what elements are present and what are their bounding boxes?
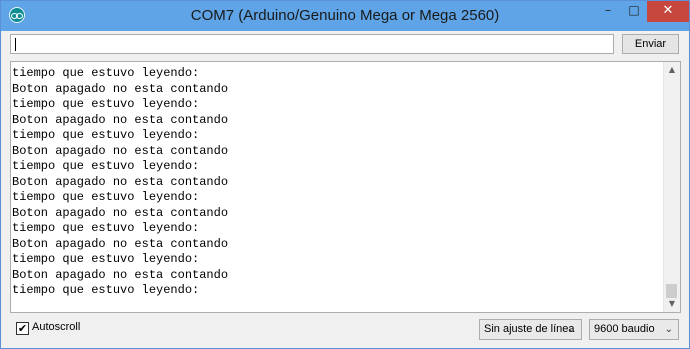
send-button[interactable]: Enviar: [622, 34, 679, 54]
line-ending-select[interactable]: Sin ajuste de línea ⌄: [479, 319, 582, 340]
checkmark-icon: ✔: [17, 322, 28, 335]
output-line: Boton apagado no esta contando: [12, 143, 229, 158]
output-lines: tiempo que estuvo leyendo: Boton apagado …: [12, 66, 228, 299]
title-bar[interactable]: COM7 (Arduino/Genuino Mega or Mega 2560)…: [1, 1, 689, 31]
output-line: tiempo que estuvo leyendo:: [12, 283, 200, 297]
output-line: tiempo que estuvo leyendo:: [12, 190, 200, 204]
output-line: tiempo que estuvo leyendo:: [12, 221, 200, 235]
chevron-down-icon: ⌄: [664, 324, 673, 335]
serial-output-area[interactable]: tiempo que estuvo leyendo: Boton apagado …: [10, 61, 681, 313]
serial-monitor-window: COM7 (Arduino/Genuino Mega or Mega 2560)…: [0, 0, 690, 349]
baud-rate-select[interactable]: 9600 baudio ⌄: [589, 319, 679, 340]
output-line: Boton apagado no esta contando: [12, 112, 229, 127]
output-line: tiempo que estuvo leyendo:: [12, 252, 200, 266]
output-line: tiempo que estuvo leyendo:: [12, 97, 200, 111]
bottom-bar: ✔ Autoscroll Sin ajuste de línea ⌄ 9600 …: [1, 315, 689, 348]
baud-rate-value: 9600 baudio: [594, 323, 655, 335]
output-line: tiempo que estuvo leyendo:: [12, 66, 200, 80]
output-line: tiempo que estuvo leyendo:: [12, 159, 200, 173]
serial-input-field[interactable]: [10, 34, 614, 54]
autoscroll-label[interactable]: Autoscroll: [32, 321, 80, 333]
text-caret: [15, 38, 16, 51]
minimize-button[interactable]: –: [595, 1, 621, 22]
scroll-up-arrow-icon[interactable]: ▲: [664, 62, 680, 78]
scroll-down-arrow-icon[interactable]: ▼: [664, 296, 680, 312]
vertical-scrollbar[interactable]: ▲ ▼: [663, 62, 680, 312]
output-line: tiempo que estuvo leyendo:: [12, 128, 200, 142]
output-line: Boton apagado no esta contando: [12, 205, 229, 220]
maximize-button[interactable]: □: [621, 1, 647, 22]
output-line: Boton apagado no esta contando: [12, 236, 229, 251]
output-line: Boton apagado no esta contando: [12, 174, 229, 189]
autoscroll-checkbox[interactable]: ✔: [16, 322, 29, 335]
output-line: Boton apagado no esta contando: [12, 81, 229, 96]
output-line: Boton apagado no esta contando: [12, 267, 229, 282]
chevron-down-icon: ⌄: [567, 324, 576, 335]
window-title: COM7 (Arduino/Genuino Mega or Mega 2560): [190, 7, 500, 24]
line-ending-value: Sin ajuste de línea: [484, 323, 575, 335]
close-button[interactable]: ✕: [647, 1, 689, 22]
